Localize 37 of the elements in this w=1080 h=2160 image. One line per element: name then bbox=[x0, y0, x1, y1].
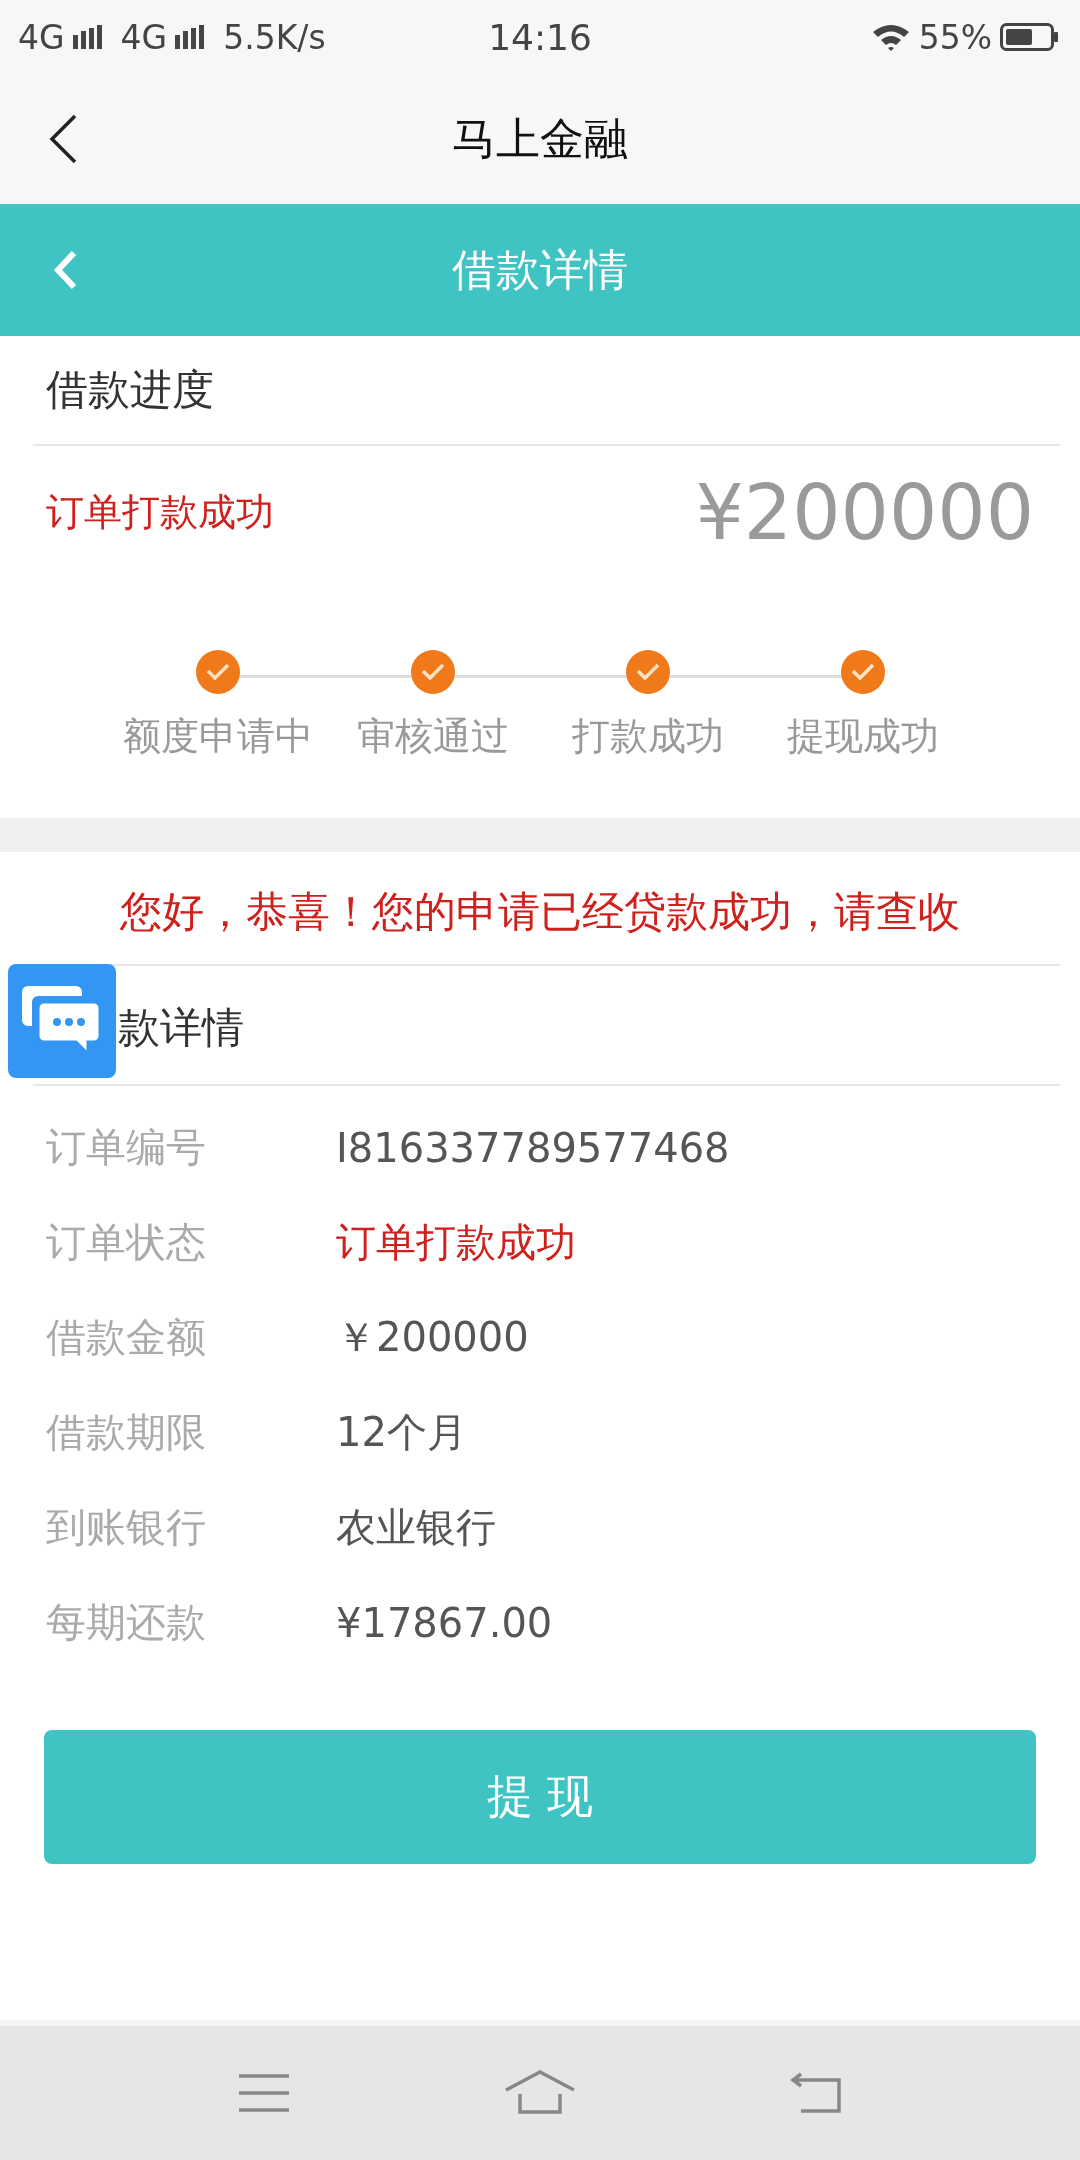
detail-value: ¥17867.00 bbox=[336, 1599, 553, 1646]
menu-icon[interactable] bbox=[236, 2072, 291, 2114]
step-label: 额度申请中 bbox=[122, 713, 313, 760]
back-nav-icon[interactable] bbox=[789, 2072, 844, 2114]
battery-icon bbox=[1000, 23, 1060, 51]
detail-label: 借款期限 bbox=[46, 1408, 207, 1457]
success-message: 您好，恭喜！您的申请已经贷款成功，请查收 bbox=[119, 886, 961, 938]
battery-percent: 55% bbox=[918, 17, 992, 57]
detail-value: 12个月 bbox=[336, 1408, 467, 1457]
step-label: 审核通过 bbox=[356, 713, 509, 760]
signal-icon bbox=[72, 25, 103, 49]
detail-value: 农业银行 bbox=[336, 1503, 496, 1552]
section-title: 款详情 bbox=[118, 1002, 244, 1054]
detail-label: 到账银行 bbox=[46, 1503, 207, 1552]
signal-icon bbox=[175, 25, 206, 49]
detail-value: I816337789577468 bbox=[336, 1124, 730, 1171]
detail-label: 借款金额 bbox=[46, 1313, 207, 1362]
app-title: 马上金融 bbox=[452, 111, 628, 166]
detail-value: 订单打款成功 bbox=[336, 1218, 576, 1267]
home-icon[interactable] bbox=[504, 2070, 576, 2116]
network-label: 4G bbox=[18, 17, 65, 57]
page-title: 借款详情 bbox=[452, 242, 628, 297]
step-label: 打款成功 bbox=[571, 713, 724, 760]
order-status: 订单打款成功 bbox=[46, 489, 274, 536]
withdraw-button[interactable]: 提 现 bbox=[44, 1730, 1036, 1864]
loan-amount: ¥200000 bbox=[695, 468, 1034, 557]
back-icon[interactable] bbox=[48, 114, 78, 164]
step-label: 提现成功 bbox=[786, 713, 939, 760]
detail-label: 每期还款 bbox=[46, 1598, 207, 1647]
network-label: 4G bbox=[120, 17, 168, 57]
detail-value: ￥200000 bbox=[336, 1313, 529, 1362]
network-speed: 5.5K/s bbox=[223, 17, 326, 57]
detail-label: 订单状态 bbox=[46, 1218, 207, 1267]
detail-label: 订单编号 bbox=[46, 1123, 207, 1172]
chat-icon[interactable] bbox=[8, 964, 116, 1078]
section-title: 借款进度 bbox=[45, 364, 215, 416]
status-time: 14:16 bbox=[488, 16, 592, 58]
